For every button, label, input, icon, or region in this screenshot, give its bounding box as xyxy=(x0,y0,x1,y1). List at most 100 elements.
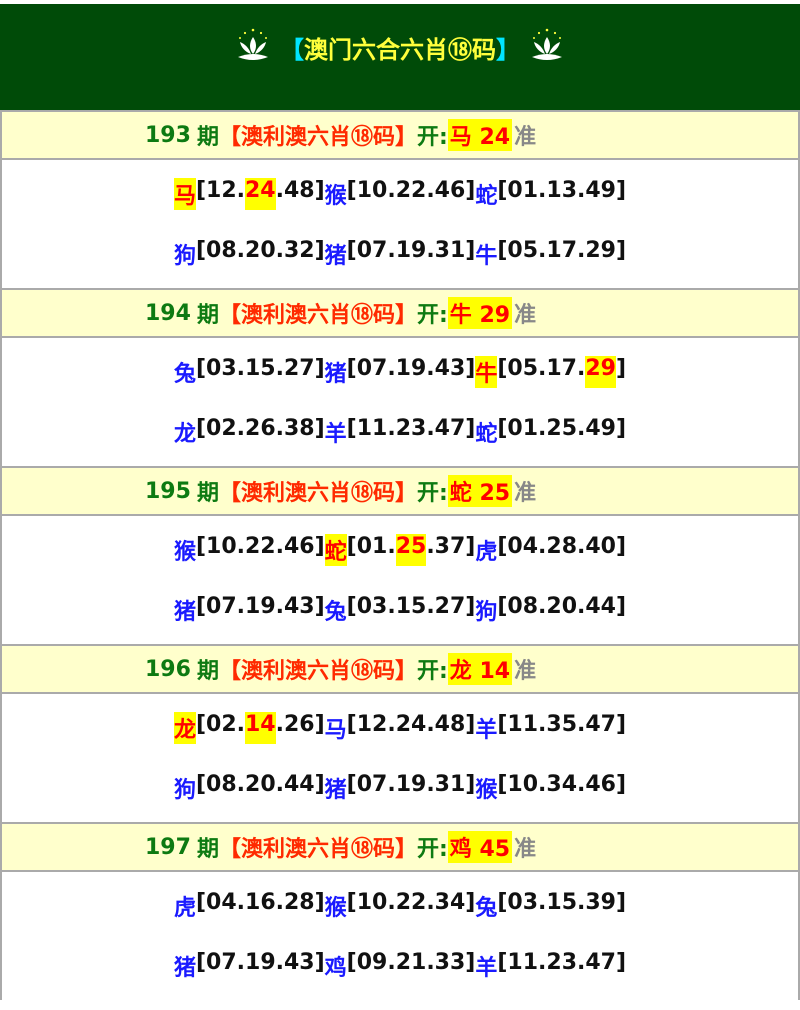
number-group: [03.15.39] xyxy=(497,890,627,915)
number-group: [07.19.43] xyxy=(346,356,476,381)
zodiac-animal: 羊 xyxy=(324,422,347,447)
zodiac-animal: 蛇 xyxy=(475,184,498,209)
period-header: 195 期【澳利澳六肖⑱码】 开: 蛇 25 准 xyxy=(0,466,800,516)
number-group: [07.19.31] xyxy=(346,238,476,263)
zodiac-animal: 龙 xyxy=(173,422,196,447)
zodiac-animal: 猴 xyxy=(324,896,347,921)
accuracy-mark: 准 xyxy=(514,125,537,150)
number-group: [11.23.47] xyxy=(497,950,627,975)
title-right-bracket: 】 xyxy=(496,35,520,64)
number-group: [05.17. xyxy=(497,356,586,381)
zodiac-animal: 狗 xyxy=(173,244,196,269)
issue-suffix: 期 xyxy=(196,837,219,862)
title-left-bracket: 【 xyxy=(280,35,304,64)
prediction-row: 兔 [03.15.27] 猪 [07.19.43] 牛 [05.17. 29] xyxy=(2,356,798,388)
period-header: 196 期【澳利澳六肖⑱码】 开: 龙 14 准 xyxy=(0,644,800,694)
number-group: [11.35.47] xyxy=(497,712,627,737)
zodiac-animal: 猪 xyxy=(324,362,347,387)
prediction-row: 狗 [08.20.32] 猪 [07.19.31] 牛 [05.17.29] xyxy=(2,238,798,270)
number-group-tail: .26] xyxy=(275,712,325,737)
winning-number: 24 xyxy=(245,178,276,210)
period-body: 兔 [03.15.27] 猪 [07.19.43] 牛 [05.17. 29] 龙 [02.26… xyxy=(0,338,800,466)
winning-number: 25 xyxy=(395,534,427,566)
prediction-row: 龙 [02. 14.26] 马 [12.24.48] 羊 [11.35.47] xyxy=(2,712,798,744)
prediction-row: 猴 [10.22.46] 蛇 [01. 25.37] 虎 [04.28.40] xyxy=(2,534,798,566)
period-block: 195 期【澳利澳六肖⑱码】 开: 蛇 25 准猴 [10.22.46] 蛇 [01. 25.3… xyxy=(0,466,800,644)
period-header: 193 期【澳利澳六肖⑱码】 开: 马 24 准 xyxy=(0,110,800,160)
period-block: 193 期【澳利澳六肖⑱码】 开: 马 24 准马 [12. 24.48] 猴 [10.22.4… xyxy=(0,110,800,288)
issue-suffix: 期 xyxy=(196,659,219,684)
draw-result: 蛇 25 xyxy=(447,475,513,507)
zodiac-animal: 兔 xyxy=(173,362,196,387)
lotus-emblem-icon xyxy=(532,28,562,60)
period-header: 197 期【澳利澳六肖⑱码】 开: 鸡 45 准 xyxy=(0,822,800,872)
issue-suffix: 期 xyxy=(196,125,219,150)
zodiac-animal: 马 xyxy=(173,178,196,210)
lotus-emblem-icon xyxy=(238,28,268,60)
number-group: [08.20.44] xyxy=(195,772,325,797)
period-block: 197 期【澳利澳六肖⑱码】 开: 鸡 45 准虎 [04.16.28] 猴 [10.22.3… xyxy=(0,822,800,1000)
zodiac-animal: 鸡 xyxy=(324,956,347,981)
number-group: [08.20.44] xyxy=(497,594,627,619)
zodiac-animal: 猴 xyxy=(475,778,498,803)
draw-label: 开: xyxy=(416,303,448,328)
number-group: [04.28.40] xyxy=(497,534,627,559)
number-group: [10.22.46] xyxy=(195,534,325,559)
zodiac-animal: 虎 xyxy=(173,896,196,921)
number-group-tail: .48] xyxy=(275,178,325,203)
zodiac-animal: 龙 xyxy=(173,712,196,744)
number-group: [12. xyxy=(195,178,245,203)
issue-suffix: 期 xyxy=(196,303,219,328)
title-row: 【澳门六合六肖⑱码】 xyxy=(0,22,800,72)
draw-result: 牛 29 xyxy=(447,297,513,329)
period-list: 193 期【澳利澳六肖⑱码】 开: 马 24 准马 [12. 24.48] 猴 [10.22.4… xyxy=(0,110,800,1000)
prediction-row: 龙 [02.26.38] 羊 [11.23.47] 蛇 [01.25.49] xyxy=(2,416,798,448)
draw-label: 开: xyxy=(416,481,448,506)
accuracy-mark: 准 xyxy=(514,837,537,862)
zodiac-animal: 兔 xyxy=(475,896,498,921)
number-group: [01.13.49] xyxy=(497,178,627,203)
number-group: [07.19.31] xyxy=(346,772,476,797)
prediction-name: 【澳利澳六肖⑱码】 xyxy=(218,659,417,684)
number-group: [09.21.33] xyxy=(346,950,476,975)
zodiac-animal: 虎 xyxy=(475,540,498,565)
number-group: [02. xyxy=(195,712,245,737)
number-group: [10.22.46] xyxy=(346,178,476,203)
period-body: 龙 [02. 14.26] 马 [12.24.48] 羊 [11.35.47] 狗 [08.20… xyxy=(0,694,800,822)
number-group: [03.15.27] xyxy=(346,594,476,619)
title-text: 澳门六合六肖⑱码 xyxy=(304,35,496,64)
zodiac-animal: 猴 xyxy=(173,540,196,565)
zodiac-animal: 狗 xyxy=(173,778,196,803)
prediction-name: 【澳利澳六肖⑱码】 xyxy=(218,303,417,328)
page: 【澳门六合六肖⑱码】 193 期【澳利澳六肖⑱码】 开: 马 24 准马 [12. 24.4… xyxy=(0,0,800,1010)
zodiac-animal: 牛 xyxy=(475,244,498,269)
number-group-tail: .37] xyxy=(426,534,476,559)
accuracy-mark: 准 xyxy=(514,659,537,684)
prediction-name: 【澳利澳六肖⑱码】 xyxy=(218,125,417,150)
zodiac-animal: 羊 xyxy=(475,956,498,981)
issue-suffix: 期 xyxy=(196,481,219,506)
number-group: [03.15.27] xyxy=(195,356,325,381)
issue-number: 193 xyxy=(145,122,191,148)
number-group: [07.19.43] xyxy=(195,950,325,975)
prediction-row: 猪 [07.19.43] 兔 [03.15.27] 狗 [08.20.44] xyxy=(2,594,798,626)
issue-number: 194 xyxy=(145,300,191,326)
zodiac-animal: 猪 xyxy=(324,244,347,269)
winning-number: 14 xyxy=(245,712,276,744)
zodiac-animal: 牛 xyxy=(475,356,498,388)
zodiac-animal: 猪 xyxy=(324,778,347,803)
period-body: 虎 [04.16.28] 猴 [10.22.34] 兔 [03.15.39] 猪 [07.19… xyxy=(0,872,800,1000)
period-body: 猴 [10.22.46] 蛇 [01. 25.37] 虎 [04.28.40] 猪 [07.19… xyxy=(0,516,800,644)
issue-number: 197 xyxy=(145,834,191,860)
number-group: [05.17.29] xyxy=(497,238,627,263)
prediction-row: 马 [12. 24.48] 猴 [10.22.46] 蛇 [01.13.49] xyxy=(2,178,798,210)
zodiac-animal: 蛇 xyxy=(475,422,498,447)
accuracy-mark: 准 xyxy=(514,481,537,506)
zodiac-animal: 马 xyxy=(324,718,347,743)
zodiac-animal: 蛇 xyxy=(324,534,347,566)
issue-number: 195 xyxy=(145,478,191,504)
number-group: [02.26.38] xyxy=(195,416,325,441)
prediction-name: 【澳利澳六肖⑱码】 xyxy=(218,837,417,862)
zodiac-animal: 猪 xyxy=(173,956,196,981)
winning-number: 29 xyxy=(585,356,616,388)
